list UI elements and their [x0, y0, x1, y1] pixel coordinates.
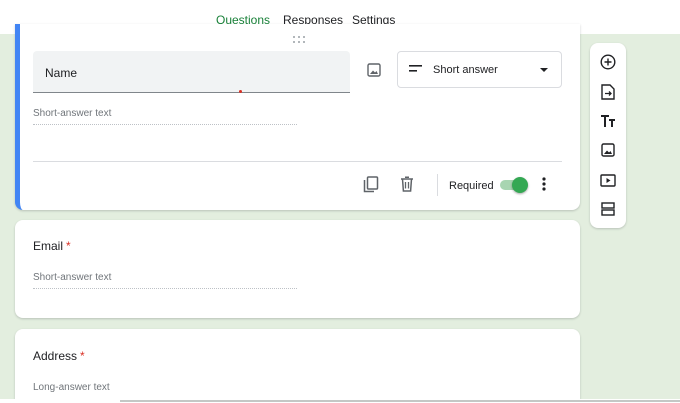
image-icon[interactable] — [360, 56, 388, 84]
required-label: Required — [449, 180, 494, 192]
question-title: Address * — [33, 349, 85, 363]
active-question-card[interactable]: Name Short answer Short-answer text Requ… — [15, 24, 580, 210]
import-questions-icon[interactable] — [596, 80, 620, 104]
answer-type-label: Short answer — [433, 64, 498, 76]
question-card-email[interactable]: Email * Short-answer text — [15, 220, 580, 318]
dropdown-arrow-icon — [540, 68, 548, 72]
answer-placeholder: Short-answer text — [33, 272, 297, 289]
footer-divider — [33, 161, 562, 162]
add-section-icon[interactable] — [596, 197, 620, 221]
horizontal-scrollbar[interactable] — [0, 399, 680, 403]
add-title-icon[interactable] — [596, 109, 620, 133]
short-answer-icon — [409, 65, 422, 72]
question-title-field[interactable]: Name — [33, 51, 350, 93]
add-video-icon[interactable] — [596, 168, 620, 192]
required-asterisk: * — [66, 239, 71, 253]
cursor-marker — [239, 90, 242, 93]
required-asterisk: * — [80, 349, 85, 363]
required-toggle[interactable] — [498, 177, 528, 193]
answer-placeholder: Long-answer text — [33, 382, 110, 393]
more-options-icon[interactable] — [533, 173, 555, 195]
drag-handle-icon[interactable] — [293, 36, 307, 44]
answer-type-dropdown[interactable]: Short answer — [397, 51, 562, 88]
answer-placeholder: Short-answer text — [33, 108, 297, 125]
add-question-icon[interactable] — [596, 50, 620, 74]
question-title: Email * — [33, 239, 71, 253]
footer-separator — [437, 174, 438, 196]
add-image-icon[interactable] — [596, 138, 620, 162]
delete-icon[interactable] — [396, 173, 418, 195]
question-title-text[interactable]: Name — [45, 66, 77, 80]
floating-toolbar — [590, 43, 626, 228]
question-card-address[interactable]: Address * Long-answer text — [15, 329, 580, 403]
duplicate-icon[interactable] — [360, 173, 382, 195]
